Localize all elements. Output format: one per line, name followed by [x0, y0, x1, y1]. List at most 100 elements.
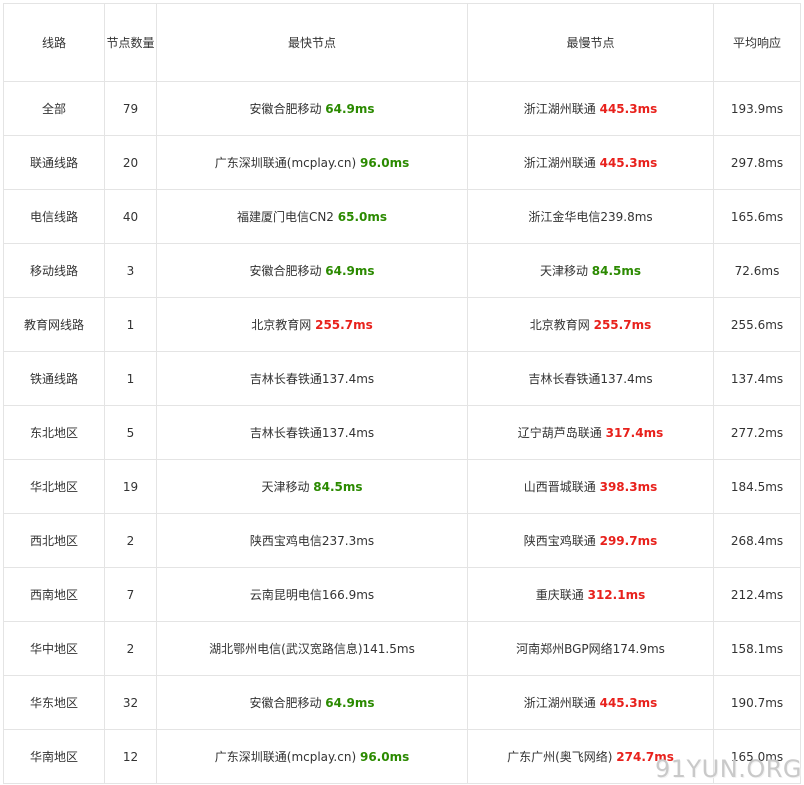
slowest-node-cell: 吉林长春铁通137.4ms: [468, 352, 714, 406]
latency-value: 137.4ms: [321, 372, 375, 386]
slowest-node-cell: 山西晋城联通 398.3ms: [468, 460, 714, 514]
avg-response-cell: 268.4ms: [714, 514, 801, 568]
line-cell: 教育网线路: [3, 298, 105, 352]
node-name: 陕西宝鸡电信: [249, 534, 322, 548]
latency-value: 255.7ms: [315, 318, 373, 332]
fastest-node-cell: 安徽合肥移动 64.9ms: [157, 244, 468, 298]
latency-value: 255.7ms: [593, 318, 652, 332]
table-row: 全部 79 安徽合肥移动 64.9ms 浙江湖州联通 445.3ms 193.9ms: [3, 82, 801, 136]
avg-response-cell: 255.6ms: [714, 298, 801, 352]
node-count-cell: 40: [105, 190, 157, 244]
avg-response-cell: 297.8ms: [714, 136, 801, 190]
node-name: 浙江湖州联通: [523, 156, 596, 170]
slowest-node-cell: 辽宁葫芦岛联通 317.4ms: [468, 406, 714, 460]
node-name: 安徽合肥移动: [249, 102, 322, 116]
avg-response-cell: 184.5ms: [714, 460, 801, 514]
table-row: 铁通线路 1 吉林长春铁通137.4ms 吉林长春铁通137.4ms 137.4ms: [3, 352, 801, 406]
header-line: 线路: [3, 3, 105, 82]
latency-value: 84.5ms: [313, 480, 363, 494]
node-count-cell: 19: [105, 460, 157, 514]
node-name: 吉林长春铁通: [249, 426, 322, 440]
fastest-node-cell: 云南昆明电信166.9ms: [157, 568, 468, 622]
line-cell: 电信线路: [3, 190, 105, 244]
node-count-cell: 3: [105, 244, 157, 298]
slowest-node-cell: 河南郑州BGP网络174.9ms: [468, 622, 714, 676]
node-name: 云南昆明电信: [249, 588, 322, 602]
fastest-node-cell: 广东深圳联通(mcplay.cn) 96.0ms: [157, 730, 468, 784]
table-row: 西北地区 2 陕西宝鸡电信237.3ms 陕西宝鸡联通 299.7ms 268.4ms: [3, 514, 801, 568]
node-name: 天津移动: [539, 264, 588, 278]
slowest-node-cell: 重庆联通 312.1ms: [468, 568, 714, 622]
latency-value: 65.0ms: [337, 210, 388, 224]
latency-value: 141.5ms: [362, 642, 415, 656]
node-name: 辽宁葫芦岛联通: [517, 426, 602, 440]
node-count-cell: 5: [105, 406, 157, 460]
latency-value: 239.8ms: [600, 210, 653, 224]
line-cell: 西南地区: [3, 568, 105, 622]
slowest-node-cell: 陕西宝鸡联通 299.7ms: [468, 514, 714, 568]
table-row: 西南地区 7 云南昆明电信166.9ms 重庆联通 312.1ms 212.4ms: [3, 568, 801, 622]
latency-value: 445.3ms: [599, 156, 658, 170]
latency-value: 96.0ms: [359, 750, 410, 764]
fastest-node-cell: 福建厦门电信CN2 65.0ms: [157, 190, 468, 244]
header-node-count: 节点数量: [105, 3, 157, 82]
slowest-node-cell: 浙江金华电信239.8ms: [468, 190, 714, 244]
slowest-node-cell: 浙江湖州联通 445.3ms: [468, 136, 714, 190]
node-name: 福建厦门电信CN2: [236, 210, 334, 224]
latency-value: 64.9ms: [325, 264, 375, 278]
fastest-node-cell: 安徽合肥移动 64.9ms: [157, 676, 468, 730]
node-name: 广东深圳联通(mcplay.cn): [214, 750, 357, 764]
table-row: 华北地区 19 天津移动 84.5ms 山西晋城联通 398.3ms 184.5ms: [3, 460, 801, 514]
latency-value: 398.3ms: [599, 480, 658, 494]
node-count-cell: 12: [105, 730, 157, 784]
header-row: 线路 节点数量 最快节点 最慢节点 平均响应: [3, 3, 801, 82]
slowest-node-cell: 浙江湖州联通 445.3ms: [468, 82, 714, 136]
line-cell: 东北地区: [3, 406, 105, 460]
speed-table-body: 线路 节点数量 最快节点 最慢节点 平均响应 全部 79 安徽合肥移动 64.9ms…: [3, 3, 801, 784]
line-cell: 全部: [3, 82, 105, 136]
node-name: 北京教育网: [251, 318, 312, 332]
node-count-cell: 1: [105, 352, 157, 406]
table-row: 华东地区 32 安徽合肥移动 64.9ms 浙江湖州联通 445.3ms 190.7ms: [3, 676, 801, 730]
fastest-node-cell: 吉林长春铁通137.4ms: [157, 352, 468, 406]
site-watermark: 91YUN.ORG: [654, 755, 802, 783]
node-count-cell: 20: [105, 136, 157, 190]
avg-response-cell: 158.1ms: [714, 622, 801, 676]
fastest-node-cell: 陕西宝鸡电信237.3ms: [157, 514, 468, 568]
avg-response-cell: 193.9ms: [714, 82, 801, 136]
avg-response-cell: 277.2ms: [714, 406, 801, 460]
slowest-node-cell: 天津移动 84.5ms: [468, 244, 714, 298]
line-cell: 铁通线路: [3, 352, 105, 406]
header-slowest-node: 最慢节点: [468, 3, 714, 82]
node-name: 安徽合肥移动: [249, 696, 322, 710]
line-cell: 华东地区: [3, 676, 105, 730]
avg-response-cell: 137.4ms: [714, 352, 801, 406]
node-name: 浙江金华电信: [528, 210, 601, 224]
node-count-cell: 79: [105, 82, 157, 136]
node-count-cell: 7: [105, 568, 157, 622]
speed-table: 线路 节点数量 最快节点 最慢节点 平均响应 全部 79 安徽合肥移动 64.9ms…: [3, 3, 801, 784]
node-name: 山西晋城联通: [523, 480, 596, 494]
table-row: 东北地区 5 吉林长春铁通137.4ms 辽宁葫芦岛联通 317.4ms 277.2ms: [3, 406, 801, 460]
line-cell: 联通线路: [3, 136, 105, 190]
node-name: 湖北鄂州电信(武汉宽路信息): [209, 642, 363, 656]
latency-value: 445.3ms: [599, 102, 658, 116]
avg-response-cell: 212.4ms: [714, 568, 801, 622]
fastest-node-cell: 广东深圳联通(mcplay.cn) 96.0ms: [157, 136, 468, 190]
node-name: 吉林长春铁通: [249, 372, 322, 386]
node-name: 广东广州(奥飞网络): [507, 750, 613, 764]
fastest-node-cell: 湖北鄂州电信(武汉宽路信息)141.5ms: [157, 622, 468, 676]
avg-response-cell: 72.6ms: [714, 244, 801, 298]
table-row: 移动线路 3 安徽合肥移动 64.9ms 天津移动 84.5ms 72.6ms: [3, 244, 801, 298]
node-name: 重庆联通: [535, 588, 584, 602]
latency-value: 137.4ms: [600, 372, 653, 386]
latency-value: 299.7ms: [599, 534, 658, 548]
table-row: 教育网线路 1 北京教育网 255.7ms 北京教育网 255.7ms 255.6ms: [3, 298, 801, 352]
slowest-node-cell: 北京教育网 255.7ms: [468, 298, 714, 352]
node-name: 河南郑州BGP网络: [516, 642, 613, 656]
node-count-cell: 2: [105, 622, 157, 676]
node-name: 广东深圳联通(mcplay.cn): [214, 156, 357, 170]
avg-response-cell: 165.6ms: [714, 190, 801, 244]
avg-response-cell: 190.7ms: [714, 676, 801, 730]
latency-value: 317.4ms: [605, 426, 664, 440]
